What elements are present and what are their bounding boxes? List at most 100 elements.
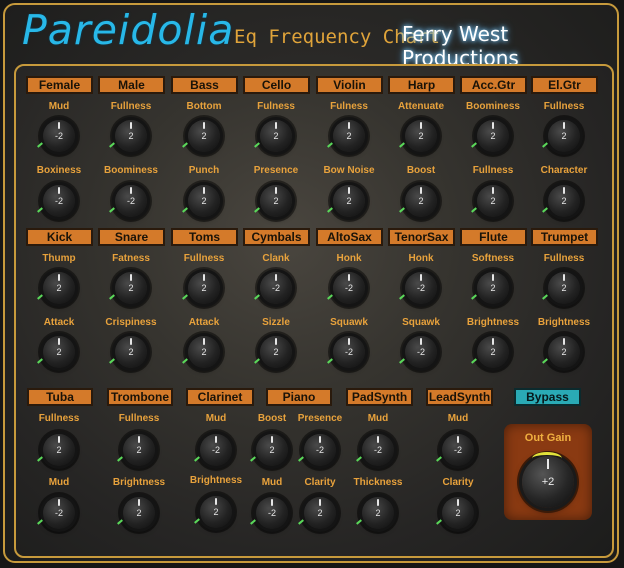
eq-knob[interactable]: 2 <box>109 120 147 152</box>
row1-category-3[interactable]: Cello <box>243 76 310 94</box>
eq-knob[interactable]: 2 <box>37 272 75 304</box>
knob-value: -2 <box>126 196 135 206</box>
knob-value: 2 <box>418 196 424 206</box>
row2-category-3[interactable]: Cymbals <box>243 228 310 246</box>
row2-category-4[interactable]: AltoSax <box>316 228 383 246</box>
knob-value: 2 <box>375 508 381 518</box>
row1-category-6[interactable]: Acc.Gtr <box>460 76 527 94</box>
knob-label: Fullness <box>110 101 152 112</box>
eq-knob[interactable]: 2 <box>250 434 288 466</box>
row1-category-0[interactable]: Female <box>26 76 93 94</box>
knob-value: -2 <box>54 131 63 141</box>
eq-knob[interactable]: -2 <box>37 497 75 529</box>
eq-knob[interactable]: 2 <box>117 434 155 466</box>
eq-knob[interactable]: 2 <box>542 336 580 368</box>
eq-knob[interactable]: 2 <box>109 272 147 304</box>
eq-knob[interactable]: 2 <box>37 336 75 368</box>
eq-knob[interactable]: 2 <box>542 185 580 217</box>
eq-knob[interactable]: 2 <box>254 185 292 217</box>
row1-category-1[interactable]: Male <box>98 76 165 94</box>
eq-knob[interactable]: -2 <box>399 272 437 304</box>
row3-category-4[interactable]: PadSynth <box>346 388 413 406</box>
eq-knob[interactable]: 2 <box>327 185 365 217</box>
out-gain-knob[interactable]: +2 <box>522 452 574 508</box>
knob-value: 2 <box>269 445 275 455</box>
eq-knob[interactable]: 2 <box>117 497 155 529</box>
knob-label: Boominess <box>104 165 158 176</box>
eq-knob[interactable]: 2 <box>436 497 474 529</box>
knob-value: 2 <box>346 131 352 141</box>
eq-knob[interactable]: -2 <box>109 185 147 217</box>
eq-knob[interactable]: -2 <box>327 272 365 304</box>
eq-knob[interactable]: 2 <box>471 336 509 368</box>
eq-knob[interactable]: 2 <box>542 272 580 304</box>
knob-label: Boost <box>406 165 436 176</box>
knob-value: 2 <box>561 196 567 206</box>
knob-label: Boxiness <box>36 165 82 176</box>
eq-knob[interactable]: 2 <box>471 120 509 152</box>
row1-category-5[interactable]: Harp <box>388 76 455 94</box>
row1-category-2[interactable]: Bass <box>171 76 238 94</box>
eq-knob[interactable]: -2 <box>194 434 232 466</box>
knob-label: Fulness <box>257 101 295 112</box>
knob-label: Bottom <box>186 101 222 112</box>
knob-label: Fatness <box>112 253 150 264</box>
eq-knob[interactable]: -2 <box>399 336 437 368</box>
knob-value: 2 <box>128 131 134 141</box>
row3-category-2[interactable]: Clarinet <box>186 388 254 406</box>
row2-category-1[interactable]: Snare <box>98 228 165 246</box>
eq-knob[interactable]: -2 <box>327 336 365 368</box>
knob-label: Clank <box>262 253 290 264</box>
knob-value: 2 <box>136 445 142 455</box>
knob-value: 2 <box>201 196 207 206</box>
knob-value: 2 <box>273 196 279 206</box>
knob-value: 2 <box>56 283 62 293</box>
eq-knob[interactable]: 2 <box>356 497 394 529</box>
eq-knob[interactable]: 2 <box>471 185 509 217</box>
eq-knob[interactable]: -2 <box>356 434 394 466</box>
eq-knob[interactable]: 2 <box>542 120 580 152</box>
eq-knob[interactable]: 2 <box>254 120 292 152</box>
row1-category-4[interactable]: Violin <box>316 76 383 94</box>
row2-category-2[interactable]: Toms <box>171 228 238 246</box>
eq-knob[interactable]: 2 <box>37 434 75 466</box>
knob-label: Thickness <box>353 477 403 488</box>
bypass-button[interactable]: Bypass <box>514 388 581 406</box>
eq-knob[interactable]: 2 <box>109 336 147 368</box>
row3-category-5[interactable]: LeadSynth <box>426 388 493 406</box>
knob-label: Bow Noise <box>323 165 375 176</box>
eq-knob[interactable]: 2 <box>182 185 220 217</box>
eq-knob[interactable]: -2 <box>436 434 474 466</box>
eq-knob[interactable]: -2 <box>37 185 75 217</box>
eq-knob[interactable]: 2 <box>298 497 336 529</box>
eq-knob[interactable]: 2 <box>254 336 292 368</box>
knob-value: 2 <box>56 347 62 357</box>
eq-knob[interactable]: 2 <box>182 272 220 304</box>
row2-category-7[interactable]: Trumpet <box>531 228 598 246</box>
eq-knob[interactable]: 2 <box>194 496 232 528</box>
eq-knob[interactable]: 2 <box>327 120 365 152</box>
eq-knob[interactable]: -2 <box>250 497 288 529</box>
eq-knob[interactable]: 2 <box>399 185 437 217</box>
row2-category-6[interactable]: Flute <box>460 228 527 246</box>
eq-knob[interactable]: -2 <box>254 272 292 304</box>
eq-knob[interactable]: 2 <box>399 120 437 152</box>
eq-knob[interactable]: -2 <box>298 434 336 466</box>
row2-category-5[interactable]: TenorSax <box>388 228 455 246</box>
eq-knob[interactable]: 2 <box>182 336 220 368</box>
knob-label: Fullness <box>472 165 514 176</box>
knob-label: Squawk <box>402 317 440 328</box>
row2-category-0[interactable]: Kick <box>26 228 93 246</box>
row1-category-7[interactable]: El.Gtr <box>531 76 598 94</box>
row3-category-0[interactable]: Tuba <box>27 388 93 406</box>
row3-category-3[interactable]: Piano <box>266 388 332 406</box>
knob-value: 2 <box>346 196 352 206</box>
knob-value: 2 <box>56 445 62 455</box>
eq-knob[interactable]: -2 <box>37 120 75 152</box>
out-gain-panel: Out Gain +2 <box>504 424 592 520</box>
row3-category-1[interactable]: Trombone <box>107 388 173 406</box>
eq-knob[interactable]: 2 <box>182 120 220 152</box>
knob-value: 2 <box>490 283 496 293</box>
knob-value: -2 <box>373 445 382 455</box>
eq-knob[interactable]: 2 <box>471 272 509 304</box>
